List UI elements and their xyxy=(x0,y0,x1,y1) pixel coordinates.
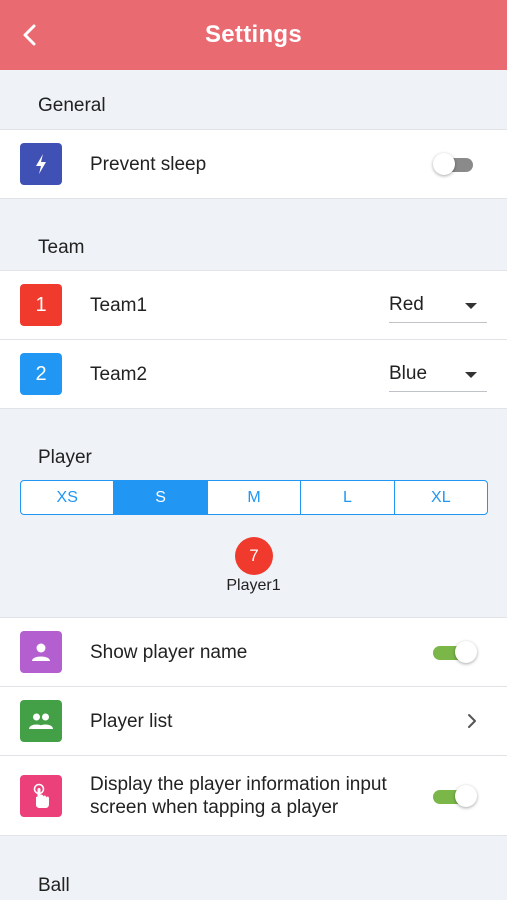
player-size-segmented-control: XS S M L XL xyxy=(20,480,488,515)
team1-color-select[interactable]: Red xyxy=(389,288,487,323)
show-player-name-toggle[interactable] xyxy=(433,641,477,663)
section-label-general: General xyxy=(38,95,106,116)
team-group: 1 Team1 Red 2 Team2 Blue xyxy=(0,270,507,409)
player-info-input-row[interactable]: Display the player information input scr… xyxy=(0,755,507,835)
chevron-left-icon xyxy=(23,24,36,46)
player-info-input-toggle[interactable] xyxy=(433,784,477,807)
prevent-sleep-toggle[interactable] xyxy=(433,153,473,175)
player-list-label: Player list xyxy=(90,710,173,732)
app-header: Settings xyxy=(0,0,507,70)
bolt-icon xyxy=(20,143,62,185)
player-preview-badge: 7 xyxy=(235,537,273,575)
player-list-row[interactable]: Player list xyxy=(0,686,507,755)
chevron-right-icon xyxy=(468,714,476,728)
player-options-group: Show player name Player list Display the… xyxy=(0,617,507,836)
player-preview-name: Player1 xyxy=(226,577,281,594)
team-number-badge: 1 xyxy=(20,284,62,326)
section-label-team: Team xyxy=(38,237,85,258)
tap-icon xyxy=(20,774,62,817)
page-title: Settings xyxy=(204,21,303,48)
team-row: 1 Team1 Red xyxy=(0,271,507,339)
size-option-s[interactable]: S xyxy=(113,481,207,514)
general-group: Prevent sleep xyxy=(0,129,507,199)
section-label-player: Player xyxy=(38,447,92,468)
person-icon xyxy=(20,631,62,673)
team2-color-value: Blue xyxy=(389,362,428,384)
team1-color-value: Red xyxy=(389,293,424,315)
team-name-label: Team2 xyxy=(90,363,148,385)
team-row: 2 Team2 Blue xyxy=(0,339,507,408)
back-button[interactable] xyxy=(16,21,44,49)
caret-down-icon xyxy=(465,302,477,309)
show-player-name-label: Show player name xyxy=(90,641,248,663)
prevent-sleep-label: Prevent sleep xyxy=(90,153,207,175)
team-number-badge: 2 xyxy=(20,353,62,395)
size-option-m[interactable]: M xyxy=(206,481,300,514)
size-option-xs[interactable]: XS xyxy=(21,481,113,514)
caret-down-icon xyxy=(465,371,477,378)
show-player-name-row[interactable]: Show player name xyxy=(0,618,507,686)
size-option-l[interactable]: L xyxy=(300,481,393,514)
team-name-label: Team1 xyxy=(90,294,148,316)
section-label-ball: Ball xyxy=(38,875,70,896)
group-icon xyxy=(20,700,62,742)
team2-color-select[interactable]: Blue xyxy=(389,357,487,392)
player-info-input-label: Display the player information input scr… xyxy=(90,773,387,818)
prevent-sleep-row[interactable]: Prevent sleep xyxy=(0,130,507,198)
size-option-xl[interactable]: XL xyxy=(393,481,487,514)
